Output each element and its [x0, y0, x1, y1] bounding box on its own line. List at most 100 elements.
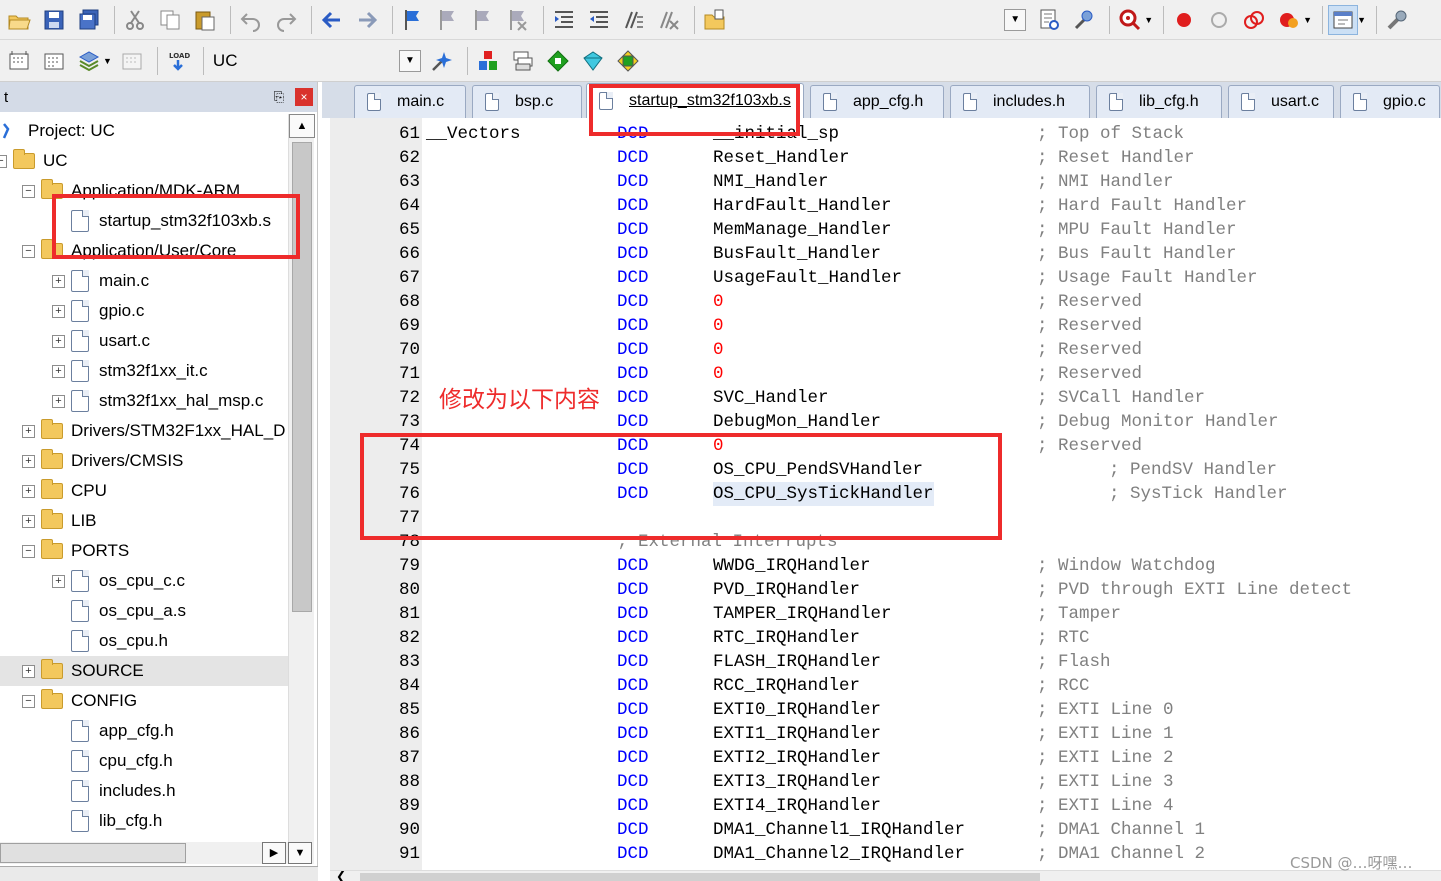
undo-icon[interactable]: [236, 5, 266, 35]
comment-icon[interactable]: [619, 5, 649, 35]
tab-app-cfg-h[interactable]: app_cfg.h: [810, 85, 944, 118]
collapse-icon[interactable]: −: [22, 244, 35, 258]
scroll-left-icon[interactable]: ❮: [336, 869, 346, 881]
indent-icon[interactable]: [549, 5, 579, 35]
incremental-find-icon[interactable]: [1034, 5, 1064, 35]
expand-icon[interactable]: +: [52, 334, 65, 348]
cut-icon[interactable]: [120, 5, 150, 35]
tree-item[interactable]: + stm32f1xx_hal_msp.c: [0, 386, 288, 416]
tab-usart-c[interactable]: usart.c: [1228, 85, 1334, 118]
unindent-icon[interactable]: [584, 5, 614, 35]
rebuild-icon[interactable]: [74, 46, 104, 76]
uncomment-icon[interactable]: [654, 5, 684, 35]
code-line[interactable]: 64 DCD HardFault_Handler ; Hard Fault Handl…: [330, 194, 1441, 218]
tree-item[interactable]: − Application/MDK-ARM: [0, 176, 288, 206]
tree-vertical-scrollbar[interactable]: ▲: [288, 114, 315, 849]
build-icon[interactable]: [39, 46, 69, 76]
code-line[interactable]: 69 DCD 0 ; Reserved: [330, 314, 1441, 338]
code-line[interactable]: 89 DCD EXTI4_IRQHandler ; EXTI Line 4: [330, 794, 1441, 818]
debug-session-icon[interactable]: [1115, 5, 1145, 35]
kill-breakpoints-icon[interactable]: [1274, 5, 1304, 35]
code-line[interactable]: 80 DCD PVD_IRQHandler ; PVD through EXTI Li…: [330, 578, 1441, 602]
pack-installer-icon[interactable]: [578, 46, 608, 76]
tree-item[interactable]: cpu_cfg.h: [0, 746, 288, 776]
download-load-icon[interactable]: LOAD: [163, 46, 193, 76]
code-line[interactable]: 68 DCD 0 ; Reserved: [330, 290, 1441, 314]
code-line[interactable]: 90 DCD DMA1_Channel1_IRQHandler ; DMA1 Chan…: [330, 818, 1441, 842]
clear-bookmarks-icon[interactable]: [503, 5, 533, 35]
tree-item[interactable]: − Application/User/Core: [0, 236, 288, 266]
code-line[interactable]: 91 DCD DMA1_Channel2_IRQHandler ; DMA1 Chan…: [330, 842, 1441, 866]
save-all-icon[interactable]: [74, 5, 104, 35]
collapse-icon[interactable]: −: [22, 184, 35, 198]
copy-icon[interactable]: [155, 5, 185, 35]
tree-item[interactable]: − UC: [0, 146, 288, 176]
expand-icon[interactable]: +: [52, 304, 65, 318]
tree-item[interactable]: + stm32f1xx_it.c: [0, 356, 288, 386]
tree-item[interactable]: + usart.c: [0, 326, 288, 356]
expand-icon[interactable]: +: [52, 274, 65, 288]
tab-gpio-c[interactable]: gpio.c: [1340, 85, 1440, 118]
configuration-wrench-icon[interactable]: [1382, 5, 1412, 35]
tree-item[interactable]: Project: UC: [0, 116, 288, 146]
find-in-files-icon[interactable]: [700, 5, 730, 35]
scroll-up-icon[interactable]: ▲: [289, 114, 315, 138]
expand-icon[interactable]: +: [22, 664, 35, 678]
hscroll-thumb[interactable]: [0, 843, 186, 863]
tree-item[interactable]: startup_stm32f103xb.s: [0, 206, 288, 236]
code-line[interactable]: 66 DCD BusFault_Handler ; Bus Fault Handler: [330, 242, 1441, 266]
navigate-back-icon[interactable]: [317, 5, 347, 35]
tree-item[interactable]: + os_cpu_c.c: [0, 566, 288, 596]
code-line[interactable]: 86 DCD EXTI1_IRQHandler ; EXTI Line 1: [330, 722, 1441, 746]
code-editor[interactable]: 61 __Vectors DCD __initial_sp ; Top of Stack…: [330, 118, 1441, 881]
tree-item[interactable]: includes.h: [0, 776, 288, 806]
disable-all-breakpoints-icon[interactable]: [1239, 5, 1269, 35]
tree-item[interactable]: lib_cfg.h: [0, 806, 288, 836]
code-line[interactable]: 84 DCD RCC_IRQHandler ; RCC: [330, 674, 1441, 698]
code-line[interactable]: 77: [330, 506, 1441, 530]
code-line[interactable]: 67 DCD UsageFault_Handler ; Usage Fault Han…: [330, 266, 1441, 290]
target-options-icon[interactable]: [427, 46, 457, 76]
batch-build-dropdown-icon[interactable]: ▼: [103, 56, 112, 66]
code-line[interactable]: 82 DCD RTC_IRQHandler ; RTC: [330, 626, 1441, 650]
target-name-select[interactable]: UC: [209, 51, 399, 71]
redo-icon[interactable]: [271, 5, 301, 35]
code-line[interactable]: 70 DCD 0 ; Reserved: [330, 338, 1441, 362]
collapse-icon[interactable]: −: [22, 694, 35, 708]
next-bookmark-icon[interactable]: [468, 5, 498, 35]
close-panel-button[interactable]: ×: [295, 88, 313, 106]
run-time-environment-icon[interactable]: [613, 46, 643, 76]
breakpoint-dropdown-icon[interactable]: ▼: [1303, 15, 1312, 25]
scroll-thumb[interactable]: [292, 142, 312, 612]
debug-dropdown-icon[interactable]: ▼: [1144, 15, 1153, 25]
editor-hscroll-thumb[interactable]: [360, 873, 1040, 881]
tree-item[interactable]: + Drivers/STM32F1xx_HAL_D: [0, 416, 288, 446]
collapse-icon[interactable]: −: [22, 544, 35, 558]
code-line[interactable]: 81 DCD TAMPER_IRQHandler ; Tamper: [330, 602, 1441, 626]
tab-main-c[interactable]: main.c: [354, 85, 466, 118]
code-line[interactable]: 61 __Vectors DCD __initial_sp ; Top of Stack: [330, 122, 1441, 146]
save-icon[interactable]: [39, 5, 69, 35]
tree-item[interactable]: − CONFIG: [0, 686, 288, 716]
window-layout-dropdown-icon[interactable]: ▼: [1357, 15, 1366, 25]
expand-icon[interactable]: +: [22, 514, 35, 528]
target-dropdown-icon[interactable]: ▼: [398, 49, 421, 72]
tree-item[interactable]: + gpio.c: [0, 296, 288, 326]
prev-bookmark-icon[interactable]: [433, 5, 463, 35]
tree-item[interactable]: os_cpu_a.s: [0, 596, 288, 626]
tree-item[interactable]: app_cfg.h: [0, 716, 288, 746]
code-line[interactable]: 74 DCD 0 ; Reserved: [330, 434, 1441, 458]
expand-icon[interactable]: +: [22, 424, 35, 438]
expand-icon[interactable]: +: [52, 394, 65, 408]
code-line[interactable]: 62 DCD Reset_Handler ; Reset Handler: [330, 146, 1441, 170]
code-line[interactable]: 88 DCD EXTI3_IRQHandler ; EXTI Line 3: [330, 770, 1441, 794]
stop-build-icon[interactable]: [117, 46, 147, 76]
scroll-right-icon[interactable]: ▶: [262, 842, 286, 864]
expand-icon[interactable]: +: [52, 574, 65, 588]
select-packs-icon[interactable]: [543, 46, 573, 76]
collapse-icon[interactable]: −: [0, 154, 7, 168]
navigate-forward-icon[interactable]: [352, 5, 382, 35]
tree-item[interactable]: − PORTS: [0, 536, 288, 566]
tree-item[interactable]: + CPU: [0, 476, 288, 506]
code-line[interactable]: 79 DCD WWDG_IRQHandler ; Window Watchdog: [330, 554, 1441, 578]
